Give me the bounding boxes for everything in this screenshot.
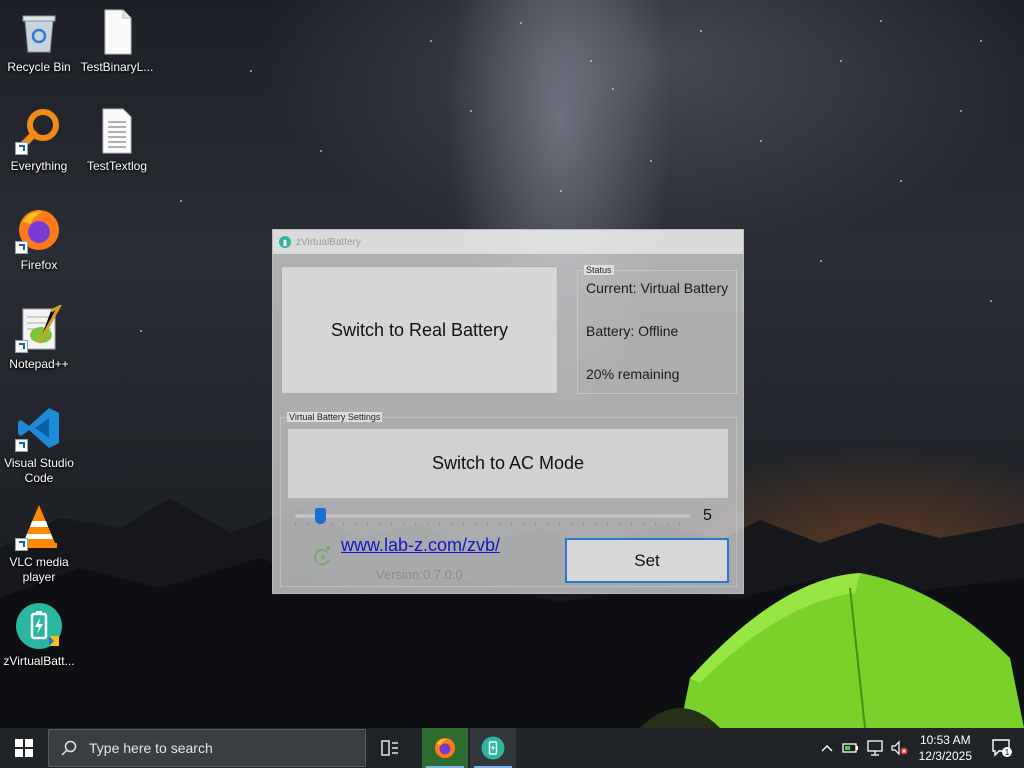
network-icon bbox=[866, 740, 883, 756]
desktop-icon-everything[interactable]: Everything bbox=[0, 107, 78, 174]
desktop-icon-notepad-plus-plus[interactable]: Notepad++ bbox=[0, 303, 78, 372]
taskbar-clock[interactable]: 10:53 AM 12/3/2025 bbox=[911, 732, 980, 764]
shortcut-arrow-icon bbox=[15, 439, 28, 452]
zvirtualbattery-window: ▮ zVirtualBattery Switch to Real Battery… bbox=[272, 229, 744, 594]
vscode-icon bbox=[15, 404, 63, 452]
tray-battery-button[interactable] bbox=[839, 728, 863, 768]
switch-to-real-battery-button[interactable]: Switch to Real Battery bbox=[281, 266, 558, 394]
tray-volume-button[interactable] bbox=[887, 728, 911, 768]
taskbar-firefox-button[interactable] bbox=[422, 728, 468, 768]
status-current: Current: Virtual Battery bbox=[586, 280, 729, 296]
shortcut-arrow-icon bbox=[15, 142, 28, 155]
system-tray: 10:53 AM 12/3/2025 1 bbox=[815, 728, 1024, 768]
lab-z-logo-icon bbox=[314, 546, 330, 566]
desktop-icon-vscode[interactable]: Visual Studio Code bbox=[0, 404, 78, 486]
battery-level-slider-track[interactable] bbox=[295, 514, 691, 518]
set-button[interactable]: Set bbox=[565, 538, 729, 583]
shortcut-arrow-icon bbox=[15, 538, 28, 551]
virtual-battery-settings-group: Virtual Battery Settings Switch to AC Mo… bbox=[280, 412, 737, 587]
recycle-bin-icon bbox=[15, 8, 63, 56]
lab-z-website-link[interactable]: www.lab-z.com/zvb/ bbox=[341, 535, 500, 556]
show-hidden-icons-button[interactable] bbox=[815, 728, 839, 768]
status-group: Status Current: Virtual Battery Battery:… bbox=[577, 265, 737, 394]
taskbar-zvirtualbattery-button[interactable] bbox=[470, 728, 516, 768]
settings-legend: Virtual Battery Settings bbox=[287, 412, 383, 422]
clock-date: 12/3/2025 bbox=[918, 749, 972, 763]
status-remaining: 20% remaining bbox=[586, 366, 680, 382]
taskbar: Type here to search 10:53 AM 12/3/2025 1 bbox=[0, 728, 1024, 768]
vlc-icon bbox=[15, 503, 63, 551]
desktop-icon-label: Firefox bbox=[20, 258, 58, 272]
firefox-icon bbox=[15, 206, 63, 254]
desktop-icon-testtextlog[interactable]: TestTextlog bbox=[78, 107, 156, 174]
version-label: Version:0.7.0.0 bbox=[376, 567, 463, 582]
desktop-icon-vlc[interactable]: VLC media player bbox=[0, 503, 78, 585]
desktop-icon-zvirtualbattery[interactable]: zVirtualBatt... bbox=[0, 602, 78, 669]
search-placeholder: Type here to search bbox=[89, 740, 213, 756]
slider-value: 5 bbox=[703, 507, 712, 524]
slider-ticks bbox=[295, 522, 691, 526]
desktop-icon-label: VLC media player bbox=[9, 555, 69, 584]
text-file-icon bbox=[93, 107, 141, 155]
taskbar-search-box[interactable]: Type here to search bbox=[48, 729, 366, 767]
everything-search-icon bbox=[15, 107, 63, 155]
desktop-icon-label: zVirtualBatt... bbox=[3, 654, 75, 668]
desktop-icon-label: TestBinaryL... bbox=[80, 60, 154, 74]
notification-count: 1 bbox=[1005, 748, 1010, 757]
start-button[interactable] bbox=[0, 728, 48, 768]
desktop-icon-recycle-bin[interactable]: Recycle Bin bbox=[0, 8, 78, 75]
window-title: zVirtualBattery bbox=[296, 236, 361, 248]
battery-plugged-icon bbox=[841, 743, 858, 753]
status-battery: Battery: Offline bbox=[586, 323, 679, 339]
notepad-plus-plus-icon bbox=[15, 303, 63, 353]
clock-time: 10:53 AM bbox=[919, 733, 971, 747]
file-icon bbox=[93, 8, 141, 56]
desktop-icon-label: TestTextlog bbox=[86, 159, 148, 173]
task-view-icon bbox=[381, 740, 398, 756]
desktop-icon-label: Recycle Bin bbox=[7, 60, 71, 74]
zvirtualbattery-icon bbox=[481, 736, 505, 760]
action-center-button[interactable]: 1 bbox=[980, 728, 1024, 768]
battery-level-slider-thumb[interactable] bbox=[314, 508, 326, 524]
desktop-icon-label: Visual Studio Code bbox=[4, 456, 74, 485]
app-title-icon: ▮ bbox=[279, 236, 291, 248]
desktop-icon-label: Notepad++ bbox=[9, 357, 69, 371]
task-view-button[interactable] bbox=[366, 728, 414, 768]
desktop-icon-label: Everything bbox=[10, 159, 68, 173]
desktop-icon-firefox[interactable]: Firefox bbox=[0, 206, 78, 273]
notification-icon: 1 bbox=[992, 739, 1012, 757]
zvirtualbattery-icon bbox=[15, 602, 63, 650]
chevron-up-icon bbox=[821, 745, 833, 752]
windows-logo-icon bbox=[15, 739, 33, 757]
desktop-icon-testbinarylog[interactable]: TestBinaryL... bbox=[78, 8, 156, 75]
tray-network-button[interactable] bbox=[863, 728, 887, 768]
window-titlebar[interactable]: ▮ zVirtualBattery bbox=[273, 230, 743, 254]
search-icon bbox=[61, 740, 77, 756]
volume-muted-icon bbox=[891, 740, 908, 756]
shortcut-arrow-icon bbox=[15, 241, 28, 254]
switch-to-ac-mode-button[interactable]: Switch to AC Mode bbox=[287, 428, 729, 499]
firefox-icon bbox=[435, 738, 455, 758]
shortcut-arrow-icon bbox=[15, 340, 28, 353]
status-legend: Status bbox=[584, 265, 614, 275]
